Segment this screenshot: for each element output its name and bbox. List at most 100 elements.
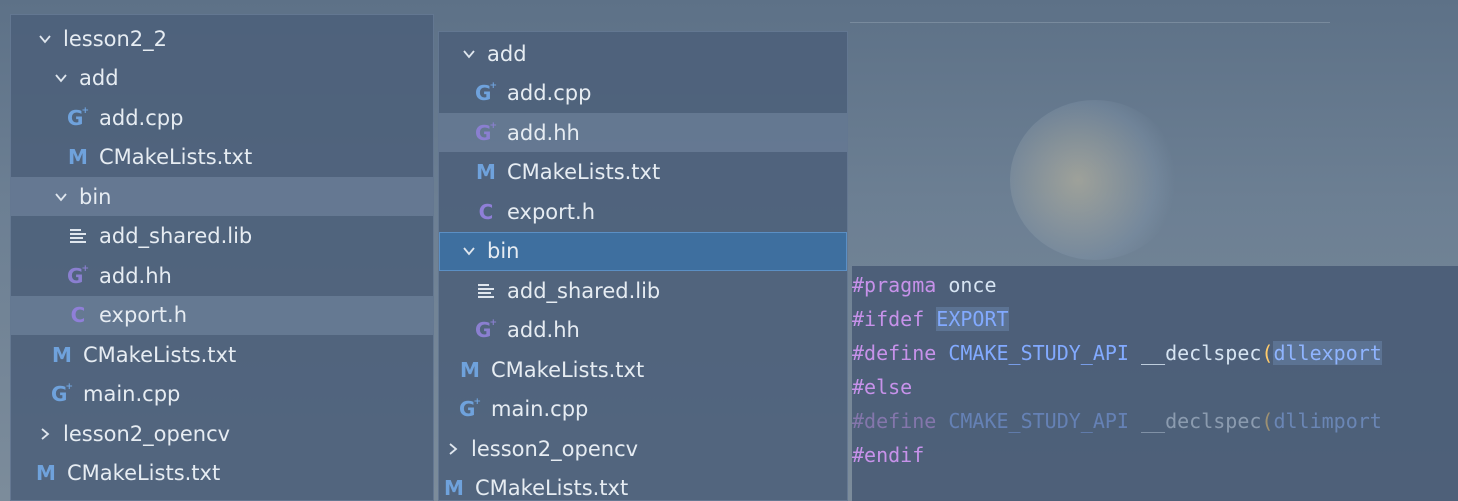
code-token: CMAKE_STUDY_API: [948, 409, 1129, 433]
tree-item-label: add.hh: [507, 120, 580, 145]
tree-file[interactable]: add_shared.lib: [11, 217, 433, 256]
cpp-file-icon: G +: [51, 382, 73, 406]
tree-file[interactable]: G + add.cpp: [11, 98, 433, 137]
code-token: once: [948, 273, 997, 297]
tree-item-label: bin: [79, 184, 112, 209]
chevron-down-icon[interactable]: [457, 46, 481, 62]
code-token: EXPORT: [936, 307, 1009, 331]
tree-item-label: add.cpp: [507, 81, 592, 105]
tree-folder[interactable]: lesson2_2: [11, 19, 433, 58]
tree-item-label: export.h: [99, 303, 188, 327]
code-token: (: [1261, 409, 1274, 433]
tree-file[interactable]: Cexport.h: [11, 295, 433, 335]
tree-item-label: CMakeLists.txt: [67, 461, 221, 485]
tree-item-label: add: [487, 41, 527, 66]
tree-item-label: CMakeLists.txt: [475, 476, 629, 500]
code-token: (: [1261, 341, 1274, 365]
chevron-right-icon[interactable]: [33, 426, 57, 442]
cmake-file-icon: M: [444, 476, 464, 500]
tree-file[interactable]: M CMakeLists.txt: [439, 153, 847, 192]
cpp-header-icon: G +: [67, 263, 89, 288]
background-artwork: [1010, 100, 1180, 260]
tree-item-label: add: [79, 66, 119, 90]
tree-file[interactable]: G + add.cpp: [439, 74, 847, 113]
tree-item-label: lesson2_opencv: [63, 421, 231, 446]
code-token: CMAKE_STUDY_API: [948, 341, 1129, 365]
code-token: #define: [852, 341, 937, 365]
tree-file[interactable]: M CMakeLists.txt: [439, 469, 847, 500]
code-token: dllexport: [1273, 341, 1382, 365]
tree-item-label: main.cpp: [491, 397, 589, 421]
tree-item-label: add.hh: [507, 318, 580, 342]
c-header-icon: C: [478, 199, 494, 224]
tree-file[interactable]: G + add.hh: [439, 113, 847, 152]
tree-file[interactable]: add_shared.lib: [439, 271, 847, 310]
tree-item-label: CMakeLists.txt: [99, 145, 253, 169]
tree-item-label: CMakeLists.txt: [491, 357, 645, 382]
tree-file[interactable]: M CMakeLists.txt: [11, 454, 433, 493]
tree-folder[interactable]: lesson2_opencv: [11, 414, 433, 453]
cpp-file-icon: G +: [475, 81, 497, 105]
tree-item-label: main.cpp: [83, 382, 181, 406]
code-line[interactable]: #ifdef EXPORT: [852, 302, 1009, 336]
code-token: dllimport: [1273, 409, 1382, 433]
tree-item-label: CMakeLists.txt: [507, 160, 661, 184]
cmake-file-icon: M: [68, 145, 88, 169]
cmake-file-icon: M: [476, 160, 496, 184]
cpp-header-icon: G +: [475, 120, 497, 145]
explorer-panel-left: lesson2_2add G + add.cpp M CMakeLists.txt bin a…: [10, 14, 434, 501]
explorer-panel-middle: add G + add.cpp G + add.hh M CMakeLists.txt Cexpo…: [438, 31, 848, 501]
c-header-icon: C: [70, 303, 86, 327]
tree-folder[interactable]: bin: [439, 231, 847, 271]
tree-file[interactable]: G + add.hh: [11, 256, 433, 295]
tree-file[interactable]: Cexport.h: [439, 192, 847, 231]
tree-folder[interactable]: add: [11, 59, 433, 98]
chevron-down-icon[interactable]: [457, 243, 481, 259]
tree-file[interactable]: M CMakeLists.txt: [11, 335, 433, 374]
code-token: #endif: [852, 443, 925, 467]
text-file-icon: [473, 283, 499, 299]
text-file-icon: [65, 228, 91, 244]
chevron-right-icon[interactable]: [441, 441, 465, 457]
chevron-down-icon[interactable]: [49, 70, 73, 86]
code-line[interactable]: #define CMAKE_STUDY_API __declspec(dllim…: [852, 404, 1382, 438]
tree-folder[interactable]: add: [439, 34, 847, 73]
tree-item-label: bin: [487, 239, 520, 263]
code-line[interactable]: #else: [852, 370, 912, 404]
code-line[interactable]: #pragma once: [852, 268, 997, 302]
code-token: #pragma: [852, 273, 937, 297]
cmake-file-icon: M: [52, 342, 72, 367]
chevron-down-icon[interactable]: [49, 189, 73, 205]
tree-item-label: lesson2_opencv: [471, 436, 639, 461]
code-line[interactable]: #endif: [852, 438, 924, 472]
tree-file[interactable]: M CMakeLists.txt: [439, 350, 847, 389]
code-line[interactable]: #define CMAKE_STUDY_API __declspec(dllex…: [852, 336, 1382, 370]
tree-item-label: export.h: [507, 199, 596, 224]
tree-folder[interactable]: lesson2_opencv: [439, 429, 847, 468]
tree-folder[interactable]: bin: [11, 177, 433, 216]
tree-item-label: CMakeLists.txt: [83, 342, 237, 367]
background-divider: [850, 22, 1330, 23]
tree-item-label: add_shared.lib: [507, 278, 661, 303]
chevron-down-icon[interactable]: [33, 31, 57, 47]
tree-item-label: add_shared.lib: [99, 224, 253, 248]
tree-item-label: add.cpp: [99, 105, 184, 130]
cmake-file-icon: M: [36, 461, 56, 485]
code-token: __declspec: [1128, 341, 1262, 365]
tree-file[interactable]: M CMakeLists.txt: [11, 138, 433, 177]
code-token: #ifdef: [852, 307, 925, 331]
cpp-file-icon: G +: [459, 397, 481, 421]
code-token: #else: [852, 375, 913, 399]
code-token: __declspec: [1128, 409, 1262, 433]
cmake-file-icon: M: [460, 357, 480, 382]
code-editor[interactable]: #pragma once #ifdef EXPORT #define CMAKE_S…: [852, 266, 1458, 501]
tree-file[interactable]: G + main.cpp: [11, 375, 433, 414]
tree-item-label: add.hh: [99, 263, 172, 288]
tree-file[interactable]: G + main.cpp: [439, 390, 847, 429]
tree-file[interactable]: G + add.hh: [439, 311, 847, 350]
cpp-file-icon: G +: [67, 105, 89, 130]
